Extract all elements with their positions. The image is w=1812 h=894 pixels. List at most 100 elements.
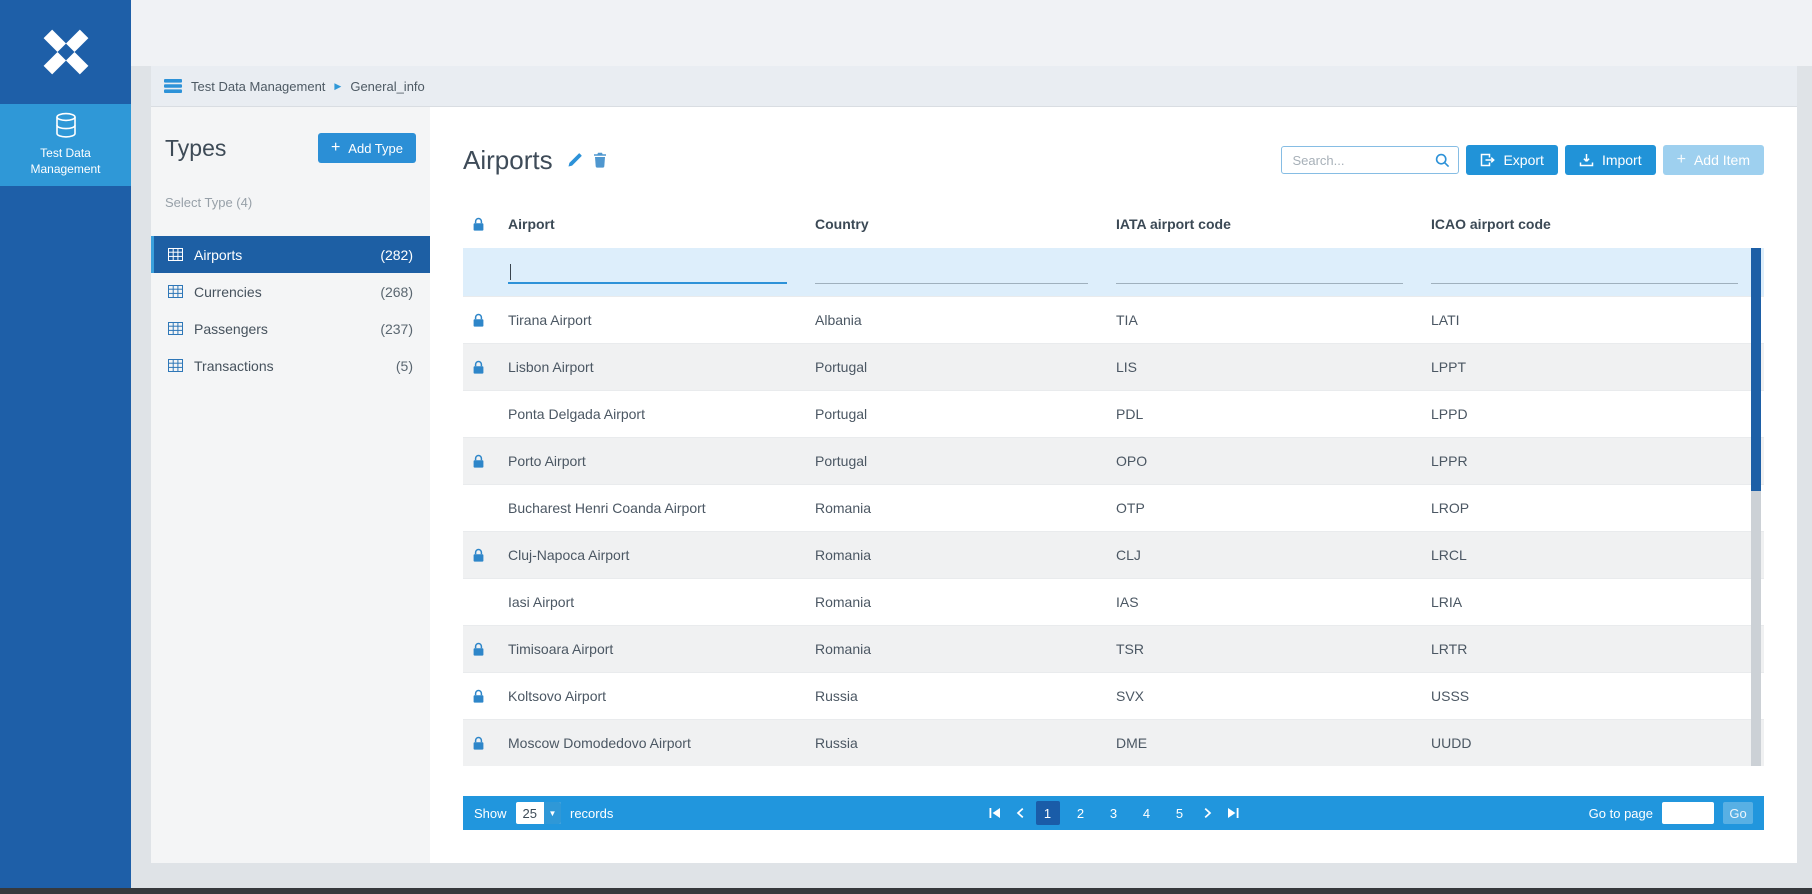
table-row[interactable]: Moscow Domodedovo Airport Russia DME UUD… [463, 719, 1764, 766]
column-header-airport[interactable]: Airport [506, 216, 813, 232]
filter-input-icao[interactable] [1431, 260, 1738, 284]
breadcrumb-root[interactable]: Test Data Management [191, 79, 325, 94]
add-type-button[interactable]: + Add Type [318, 133, 416, 163]
page-button-3[interactable]: 3 [1102, 801, 1126, 825]
first-page-button[interactable] [986, 808, 1004, 818]
column-header-icao[interactable]: ICAO airport code [1429, 216, 1764, 232]
table-row[interactable]: Iasi Airport Romania IAS LRIA [463, 578, 1764, 625]
plus-icon: + [331, 140, 340, 156]
app-logo [0, 0, 131, 104]
cell-iata: PDL [1114, 406, 1429, 422]
cell-airport: Koltsovo Airport [506, 688, 813, 704]
pagination-bar: Show 25 ▼ records 12345 [463, 796, 1764, 830]
plus-icon: + [1677, 152, 1686, 168]
table-header-row: Airport Country IATA airport code ICAO a… [463, 200, 1764, 248]
lock-icon [472, 642, 485, 657]
cell-iata: CLJ [1114, 547, 1429, 563]
prev-page-button[interactable] [1013, 808, 1027, 818]
table-row[interactable]: Timisoara Airport Romania TSR LRTR [463, 625, 1764, 672]
sidebar-item-test-data-management[interactable]: Test Data Management [0, 104, 131, 186]
next-page-button[interactable] [1201, 808, 1215, 818]
table-scrollbar-thumb[interactable] [1751, 248, 1761, 491]
page-button-1[interactable]: 1 [1036, 801, 1060, 825]
cell-country: Romania [813, 641, 1114, 657]
cell-airport: Timisoara Airport [506, 641, 813, 657]
cell-country: Russia [813, 688, 1114, 704]
goto-page-input[interactable] [1662, 802, 1714, 824]
lock-column-header-icon [472, 217, 485, 232]
page-button-2[interactable]: 2 [1069, 801, 1093, 825]
type-list: Airports (282) Currencies (268) Passenge [151, 236, 430, 384]
table-row[interactable]: Lisbon Airport Portugal LIS LPPT [463, 343, 1764, 390]
chevron-down-icon: ▼ [544, 802, 561, 824]
page-size-select[interactable]: 25 ▼ [516, 802, 561, 824]
import-label: Import [1602, 152, 1642, 168]
cell-country: Albania [813, 312, 1114, 328]
cell-iata: OPO [1114, 453, 1429, 469]
skip-first-icon [989, 808, 1001, 818]
database-icon [54, 112, 78, 139]
import-button[interactable]: Import [1565, 145, 1656, 175]
type-item-transactions[interactable]: Transactions (5) [151, 347, 430, 384]
stacked-bars-icon [164, 79, 182, 93]
table-row[interactable]: Tirana Airport Albania TIA LATI [463, 296, 1764, 343]
cell-iata: DME [1114, 735, 1429, 751]
filter-input-iata[interactable] [1116, 260, 1403, 284]
cell-country: Romania [813, 500, 1114, 516]
cell-icao: LRIA [1429, 594, 1764, 610]
table-row[interactable]: Koltsovo Airport Russia SVX USSS [463, 672, 1764, 719]
top-strip [131, 0, 1812, 66]
lock-icon [472, 689, 485, 704]
breadcrumb-current[interactable]: General_info [350, 79, 424, 94]
page-title: Airports [463, 145, 553, 176]
type-item-passengers[interactable]: Passengers (237) [151, 310, 430, 347]
table-grid-icon [168, 285, 183, 298]
cell-airport: Bucharest Henri Coanda Airport [506, 500, 813, 516]
type-item-currencies[interactable]: Currencies (268) [151, 273, 430, 310]
types-panel: Types + Add Type Select Type (4) Airport… [151, 107, 430, 863]
breadcrumb: Test Data Management ▶ General_info [151, 66, 1797, 107]
breadcrumb-separator-icon: ▶ [334, 81, 341, 92]
screen: Test Data Management Test Data Managemen… [0, 0, 1812, 894]
cell-airport: Iasi Airport [506, 594, 813, 610]
bottom-bar [0, 888, 1812, 894]
cell-icao: LRTR [1429, 641, 1764, 657]
type-label: Airports [194, 247, 242, 263]
last-page-button[interactable] [1224, 808, 1242, 818]
filter-input-country[interactable] [815, 260, 1088, 284]
table-grid-icon [168, 322, 183, 335]
show-label: Show [474, 806, 507, 821]
export-button[interactable]: Export [1466, 145, 1557, 175]
cell-icao: LPPD [1429, 406, 1764, 422]
table-row[interactable]: Porto Airport Portugal OPO LPPR [463, 437, 1764, 484]
column-header-country[interactable]: Country [813, 216, 1114, 232]
cell-iata: LIS [1114, 359, 1429, 375]
table-row[interactable]: Cluj-Napoca Airport Romania CLJ LRCL [463, 531, 1764, 578]
column-header-iata[interactable]: IATA airport code [1114, 216, 1429, 232]
delete-type-button[interactable] [593, 152, 607, 168]
filter-input-airport[interactable] [508, 260, 787, 284]
add-item-button[interactable]: + Add Item [1663, 145, 1764, 175]
page-button-4[interactable]: 4 [1135, 801, 1159, 825]
cell-country: Romania [813, 594, 1114, 610]
cell-airport: Lisbon Airport [506, 359, 813, 375]
cell-airport: Cluj-Napoca Airport [506, 547, 813, 563]
page-button-5[interactable]: 5 [1168, 801, 1192, 825]
lock-icon [472, 548, 485, 563]
select-type-label: Select Type (4) [165, 195, 416, 210]
data-table: Airport Country IATA airport code ICAO a… [463, 200, 1764, 766]
table-row[interactable]: Ponta Delgada Airport Portugal PDL LPPD [463, 390, 1764, 437]
type-label: Passengers [194, 321, 268, 337]
goto-page-label: Go to page [1589, 806, 1653, 821]
search-input[interactable] [1292, 153, 1431, 168]
table-row[interactable]: Bucharest Henri Coanda Airport Romania O… [463, 484, 1764, 531]
page-numbers: 12345 [1036, 801, 1192, 825]
go-button[interactable]: Go [1723, 802, 1753, 824]
cell-iata: OTP [1114, 500, 1429, 516]
cell-iata: SVX [1114, 688, 1429, 704]
type-item-airports[interactable]: Airports (282) [151, 236, 430, 273]
cell-icao: LRCL [1429, 547, 1764, 563]
records-label: records [570, 806, 613, 821]
table-scrollbar[interactable] [1751, 248, 1761, 766]
edit-title-button[interactable] [567, 152, 583, 168]
